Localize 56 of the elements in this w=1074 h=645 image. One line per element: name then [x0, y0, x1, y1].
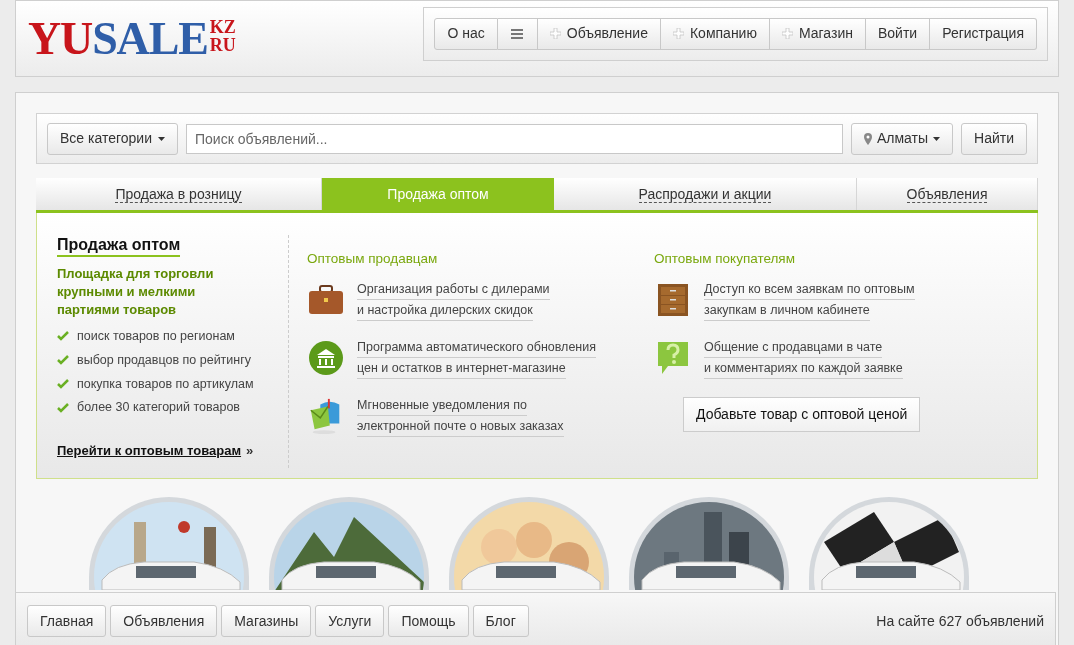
city-dropdown[interactable]: Алматы: [850, 122, 954, 155]
wholesale-link[interactable]: Перейти к оптовым товарам: [57, 441, 242, 461]
cabinet-icon: [656, 283, 690, 318]
footer-link[interactable]: Помощь: [388, 605, 469, 637]
column-heading: Оптовым продавцам: [307, 250, 439, 268]
feature-text: выбор продавцов по рейтингу: [77, 351, 252, 369]
tab[interactable]: Распродажи и акции: [554, 178, 857, 210]
panel-subtitle: Площадка для торговли крупными и мелкими партиями товаров: [57, 265, 215, 319]
feature-link[interactable]: цен и остатков в интернет-магазине: [357, 358, 566, 380]
feature-link[interactable]: и настройка дилерских скидок: [357, 300, 533, 322]
tab[interactable]: Продажа в розницу: [36, 178, 322, 210]
footer-link[interactable]: Главная: [27, 605, 107, 637]
plus-icon: [549, 28, 561, 39]
footer-link[interactable]: Услуги: [315, 605, 385, 637]
feature-text: поиск товаров по регионам: [77, 328, 235, 345]
bank-icon: [308, 340, 344, 377]
checkmark-icon: [57, 402, 69, 413]
feature-text: более 30 категорий товаров: [77, 399, 240, 417]
plus-icon: [781, 28, 793, 39]
plus-icon: [672, 28, 684, 39]
briefcase-icon: [308, 285, 344, 316]
tab[interactable]: Объявления: [857, 178, 1038, 210]
feature-link[interactable]: закупкам в личном кабинете: [704, 300, 870, 322]
feature-link[interactable]: электронной почте о новых заказах: [357, 416, 564, 438]
nav-button[interactable]: О нас: [434, 17, 498, 50]
checkmark-icon: [57, 355, 69, 366]
menu-icon: [511, 28, 524, 39]
column-heading: Оптовым покупателям: [654, 250, 796, 268]
search-button[interactable]: Найти: [961, 122, 1027, 155]
caret-icon: [933, 136, 941, 141]
feature-link[interactable]: и комментариях по каждой заявке: [704, 358, 903, 380]
feature-link[interactable]: Мгновенные уведомления по: [357, 395, 527, 417]
category-dropdown[interactable]: Все категории: [47, 122, 178, 155]
caret-icon: [158, 136, 165, 141]
panel-title: Продажа оптом: [57, 235, 181, 257]
feature-link[interactable]: Общение с продавцами в чате: [704, 337, 883, 359]
menu-button[interactable]: [497, 17, 538, 50]
nav-button[interactable]: Компанию: [660, 17, 770, 50]
add-product-button[interactable]: Добавьте товар с оптовой ценой: [683, 397, 921, 433]
location-pin-icon: [863, 132, 872, 145]
feature-link[interactable]: Доступ ко всем заявкам по оптовым: [704, 279, 915, 301]
checkmark-icon: [57, 378, 69, 389]
search-field[interactable]: Поиск объявлений...: [186, 123, 843, 154]
nav-button[interactable]: Объявление: [537, 17, 661, 50]
link-arrow: »: [246, 442, 254, 460]
feature-link[interactable]: Организация работы с дилерами: [357, 279, 550, 301]
nav-button[interactable]: Войти: [865, 17, 931, 50]
footer-link[interactable]: Блог: [472, 605, 529, 637]
footer-link[interactable]: Объявления: [110, 605, 218, 637]
nav-button[interactable]: Магазин: [769, 17, 866, 50]
footer-link[interactable]: Магазины: [221, 605, 312, 637]
nav-button[interactable]: Регистрация: [930, 17, 1037, 50]
feature-link[interactable]: Программа автоматического обновления: [357, 337, 596, 359]
feature-text: покупка товаров по артикулам: [77, 375, 254, 393]
ad-count: На сайте 627 объявлений: [876, 612, 1044, 631]
checkmark-icon: [57, 331, 69, 342]
